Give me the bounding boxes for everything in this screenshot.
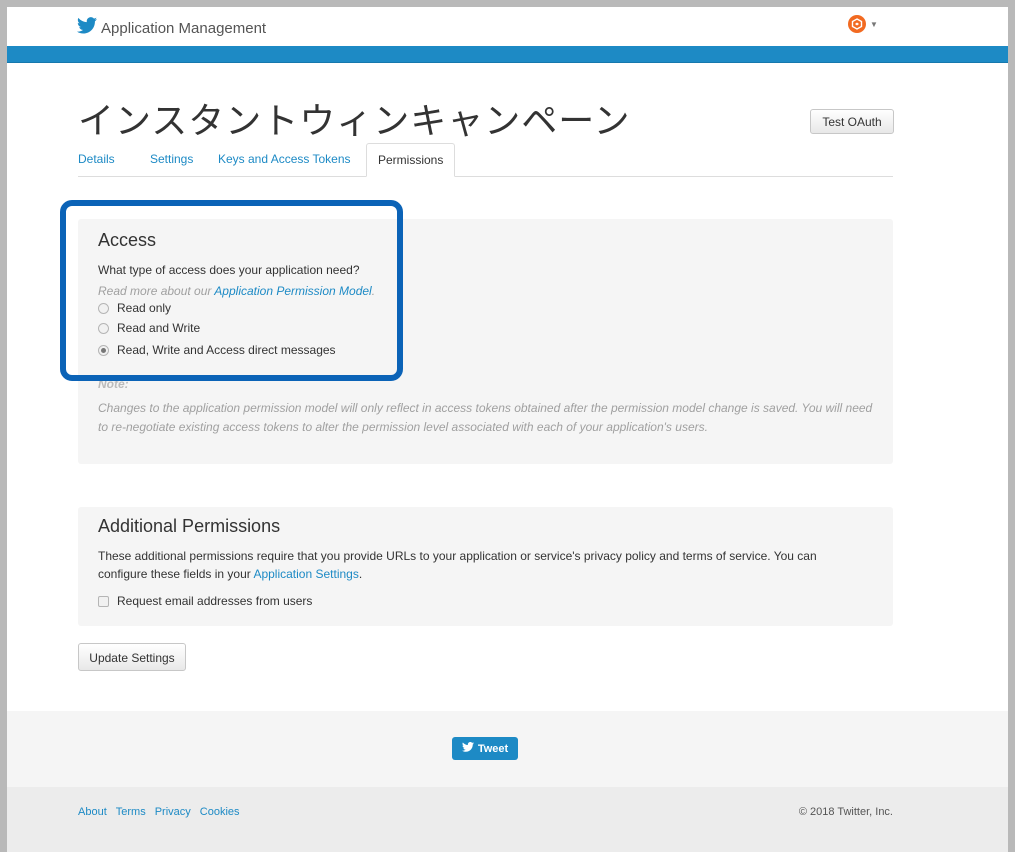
note-body: Changes to the application permission mo… [98,401,873,434]
note-heading: Note: [98,377,129,391]
page-title: インスタントウィンキャンペーン [78,101,631,142]
description-suffix: . [358,567,363,581]
brand[interactable]: Application Management [77,17,266,39]
tab-details[interactable]: Details [78,143,115,176]
tab-permissions[interactable]: Permissions [366,143,456,177]
radio-read-and-write[interactable]: Read and Write [98,321,200,335]
tweet-button[interactable]: Tweet [452,737,518,760]
description-prefix: configure these fields in your [98,567,254,581]
radio-label: Read, Write and Access direct messages [117,343,336,357]
app-management-title: Application Management [101,19,267,37]
footer [7,787,1008,852]
read-more-text: Read more about our Application Permissi… [98,284,375,298]
request-email-checkbox[interactable] [98,595,109,607]
twitter-bird-icon [77,17,97,39]
checkbox-label: Request email addresses from users [117,594,313,608]
request-email-checkbox-row[interactable]: Request email addresses from users [98,594,312,608]
footer-links: About Terms Privacy Cookies [78,806,240,818]
tweet-label: Tweet [477,742,509,755]
copyright: © 2018 Twitter, Inc. [798,806,893,818]
application-permission-model-link[interactable]: Application Permission Model [214,284,371,298]
radio-button[interactable] [98,302,109,314]
radio-label: Read and Write [117,321,201,335]
access-question: What type of access does your applicatio… [98,263,360,277]
tab-settings[interactable]: Settings [150,143,193,176]
additional-permissions-panel: Additional Permissions These additional … [78,507,893,626]
additional-permissions-heading: Additional Permissions [98,516,281,536]
footer-link-privacy[interactable]: Privacy [155,806,191,818]
header-accent-band [7,46,1008,63]
access-heading: Access [98,230,157,250]
read-more-prefix: Read more about our [98,284,215,298]
application-settings-link[interactable]: Application Settings [253,567,358,581]
test-oauth-button[interactable]: Test OAuth [810,109,894,134]
additional-description-line1: These additional permissions require tha… [98,549,817,563]
additional-description-line2: configure these fields in your Applicati… [98,567,362,581]
radio-read-only[interactable]: Read only [98,301,171,315]
read-more-suffix: . [371,284,376,298]
tab-bar: Details Settings Keys and Access Tokens … [78,143,893,177]
access-panel: Access What type of access does your app… [78,219,893,464]
footer-link-terms[interactable]: Terms [116,806,146,818]
user-menu[interactable]: ▼ [848,15,878,33]
radio-button-selected[interactable] [98,344,109,356]
twitter-bird-icon [461,742,474,755]
footer-link-cookies[interactable]: Cookies [200,806,240,818]
radio-button[interactable] [98,322,109,334]
chevron-down-icon: ▼ [870,19,878,29]
radio-label: Read only [117,301,172,315]
top-navigation-bar: Application Management ▼ [7,7,1008,46]
radio-read-write-dm[interactable]: Read, Write and Access direct messages [98,343,336,357]
tab-keys-and-access-tokens[interactable]: Keys and Access Tokens [218,143,351,176]
footer-link-about[interactable]: About [78,806,107,818]
update-settings-button[interactable]: Update Settings [78,643,186,671]
avatar-hexagon-icon [848,15,866,33]
